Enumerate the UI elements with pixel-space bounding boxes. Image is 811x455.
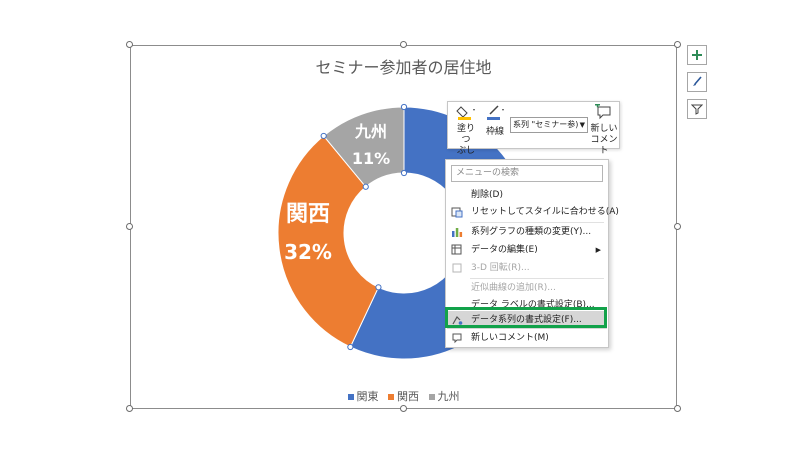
legend-label: 関西 xyxy=(397,390,419,403)
comment-label: 新しい xyxy=(590,124,618,134)
series-selection-point xyxy=(362,183,369,190)
series-selection-point xyxy=(347,343,354,351)
data-label-kansai-pct[interactable]: 32% xyxy=(284,240,332,264)
rotate-3d-icon xyxy=(452,263,462,273)
menu-item-label: リセットしてスタイルに合わせる(A) xyxy=(471,207,619,217)
menu-item-3d-rotation[interactable]: 3-D 回転(R)... xyxy=(447,259,607,277)
outline-button[interactable]: 枠線 xyxy=(482,104,508,138)
data-label-kyushu-name[interactable]: 九州 xyxy=(354,122,387,141)
outline-label: 枠線 xyxy=(485,127,504,137)
menu-item-label: 削除(D) xyxy=(471,190,503,200)
plus-icon xyxy=(692,50,702,60)
comment-label-2: コメント xyxy=(590,135,618,156)
series-selection-point xyxy=(400,103,408,111)
chart-type-icon xyxy=(452,228,463,237)
chart-legend[interactable]: 関東 関西 九州 xyxy=(130,388,677,404)
reset-style-icon xyxy=(451,207,463,218)
menu-item-delete[interactable]: 削除(D) xyxy=(447,186,607,204)
fill-button[interactable]: 塗りつ ぶし xyxy=(453,104,479,157)
dropdown-arrow-icon: ▼ xyxy=(579,121,585,129)
series-selection-point xyxy=(375,284,382,291)
mini-toolbar: 塗りつ ぶし 枠線 系列 "セミナー参) ▼ 新しい コメント xyxy=(447,101,620,156)
menu-item-reset-style[interactable]: リセットしてスタイルに合わせる(A) xyxy=(447,203,619,221)
legend-item-kansai[interactable]: 関西 xyxy=(388,388,419,404)
legend-swatch xyxy=(388,394,394,400)
chart-styles-button[interactable] xyxy=(687,72,707,92)
data-label-kansai-name[interactable]: 関西 xyxy=(286,202,330,227)
edit-data-icon xyxy=(451,244,462,255)
chart-elements-button[interactable] xyxy=(687,45,707,65)
series-select[interactable]: 系列 "セミナー参) ▼ xyxy=(510,117,588,133)
menu-item-new-comment[interactable]: 新しいコメント(M) xyxy=(447,329,607,347)
fill-label: 塗りつ xyxy=(456,124,475,145)
legend-swatch xyxy=(347,394,354,400)
menu-item-label: 系列グラフの種類の変更(Y)... xyxy=(471,227,592,237)
legend-swatch xyxy=(428,394,435,400)
donut-chart[interactable]: 九州 11% 関西 32% xyxy=(0,0,811,455)
menu-item-label: データの編集(E) xyxy=(471,245,538,255)
menu-search-input[interactable]: メニューの検索 xyxy=(451,165,603,182)
brush-icon xyxy=(693,76,702,86)
chart-filters-button[interactable] xyxy=(687,99,707,119)
legend-label: 関東 xyxy=(356,390,379,403)
menu-item-change-chart-type[interactable]: 系列グラフの種類の変更(Y)... xyxy=(447,223,607,241)
comment-icon xyxy=(595,102,611,120)
paint-bucket-icon xyxy=(456,106,475,120)
menu-item-add-trendline[interactable]: 近似曲線の追加(R)... xyxy=(447,279,607,297)
fill-label-2: ぶし xyxy=(456,146,475,156)
comment-icon xyxy=(452,333,462,344)
legend-item-kyushu[interactable]: 九州 xyxy=(428,388,460,404)
legend-item-kanto[interactable]: 関東 xyxy=(347,388,379,404)
filter-icon xyxy=(691,104,703,115)
menu-item-label: 新しいコメント(M) xyxy=(471,333,549,343)
series-select-value: 系列 "セミナー参) xyxy=(513,120,579,129)
menu-item-label: 3-D 回転(R)... xyxy=(471,263,530,273)
submenu-arrow-icon: ▶ xyxy=(595,246,601,254)
new-comment-button[interactable]: 新しい コメント xyxy=(590,102,618,157)
menu-item-edit-data[interactable]: データの編集(E) ▶ xyxy=(447,241,607,259)
highlight-box xyxy=(445,307,607,328)
data-label-kyushu-pct[interactable]: 11% xyxy=(352,149,390,168)
pen-icon xyxy=(487,105,504,120)
legend-label: 九州 xyxy=(437,390,460,403)
series-selection-point xyxy=(400,169,408,177)
series-selection-point xyxy=(320,132,327,140)
menu-item-label: 近似曲線の追加(R)... xyxy=(471,283,556,293)
